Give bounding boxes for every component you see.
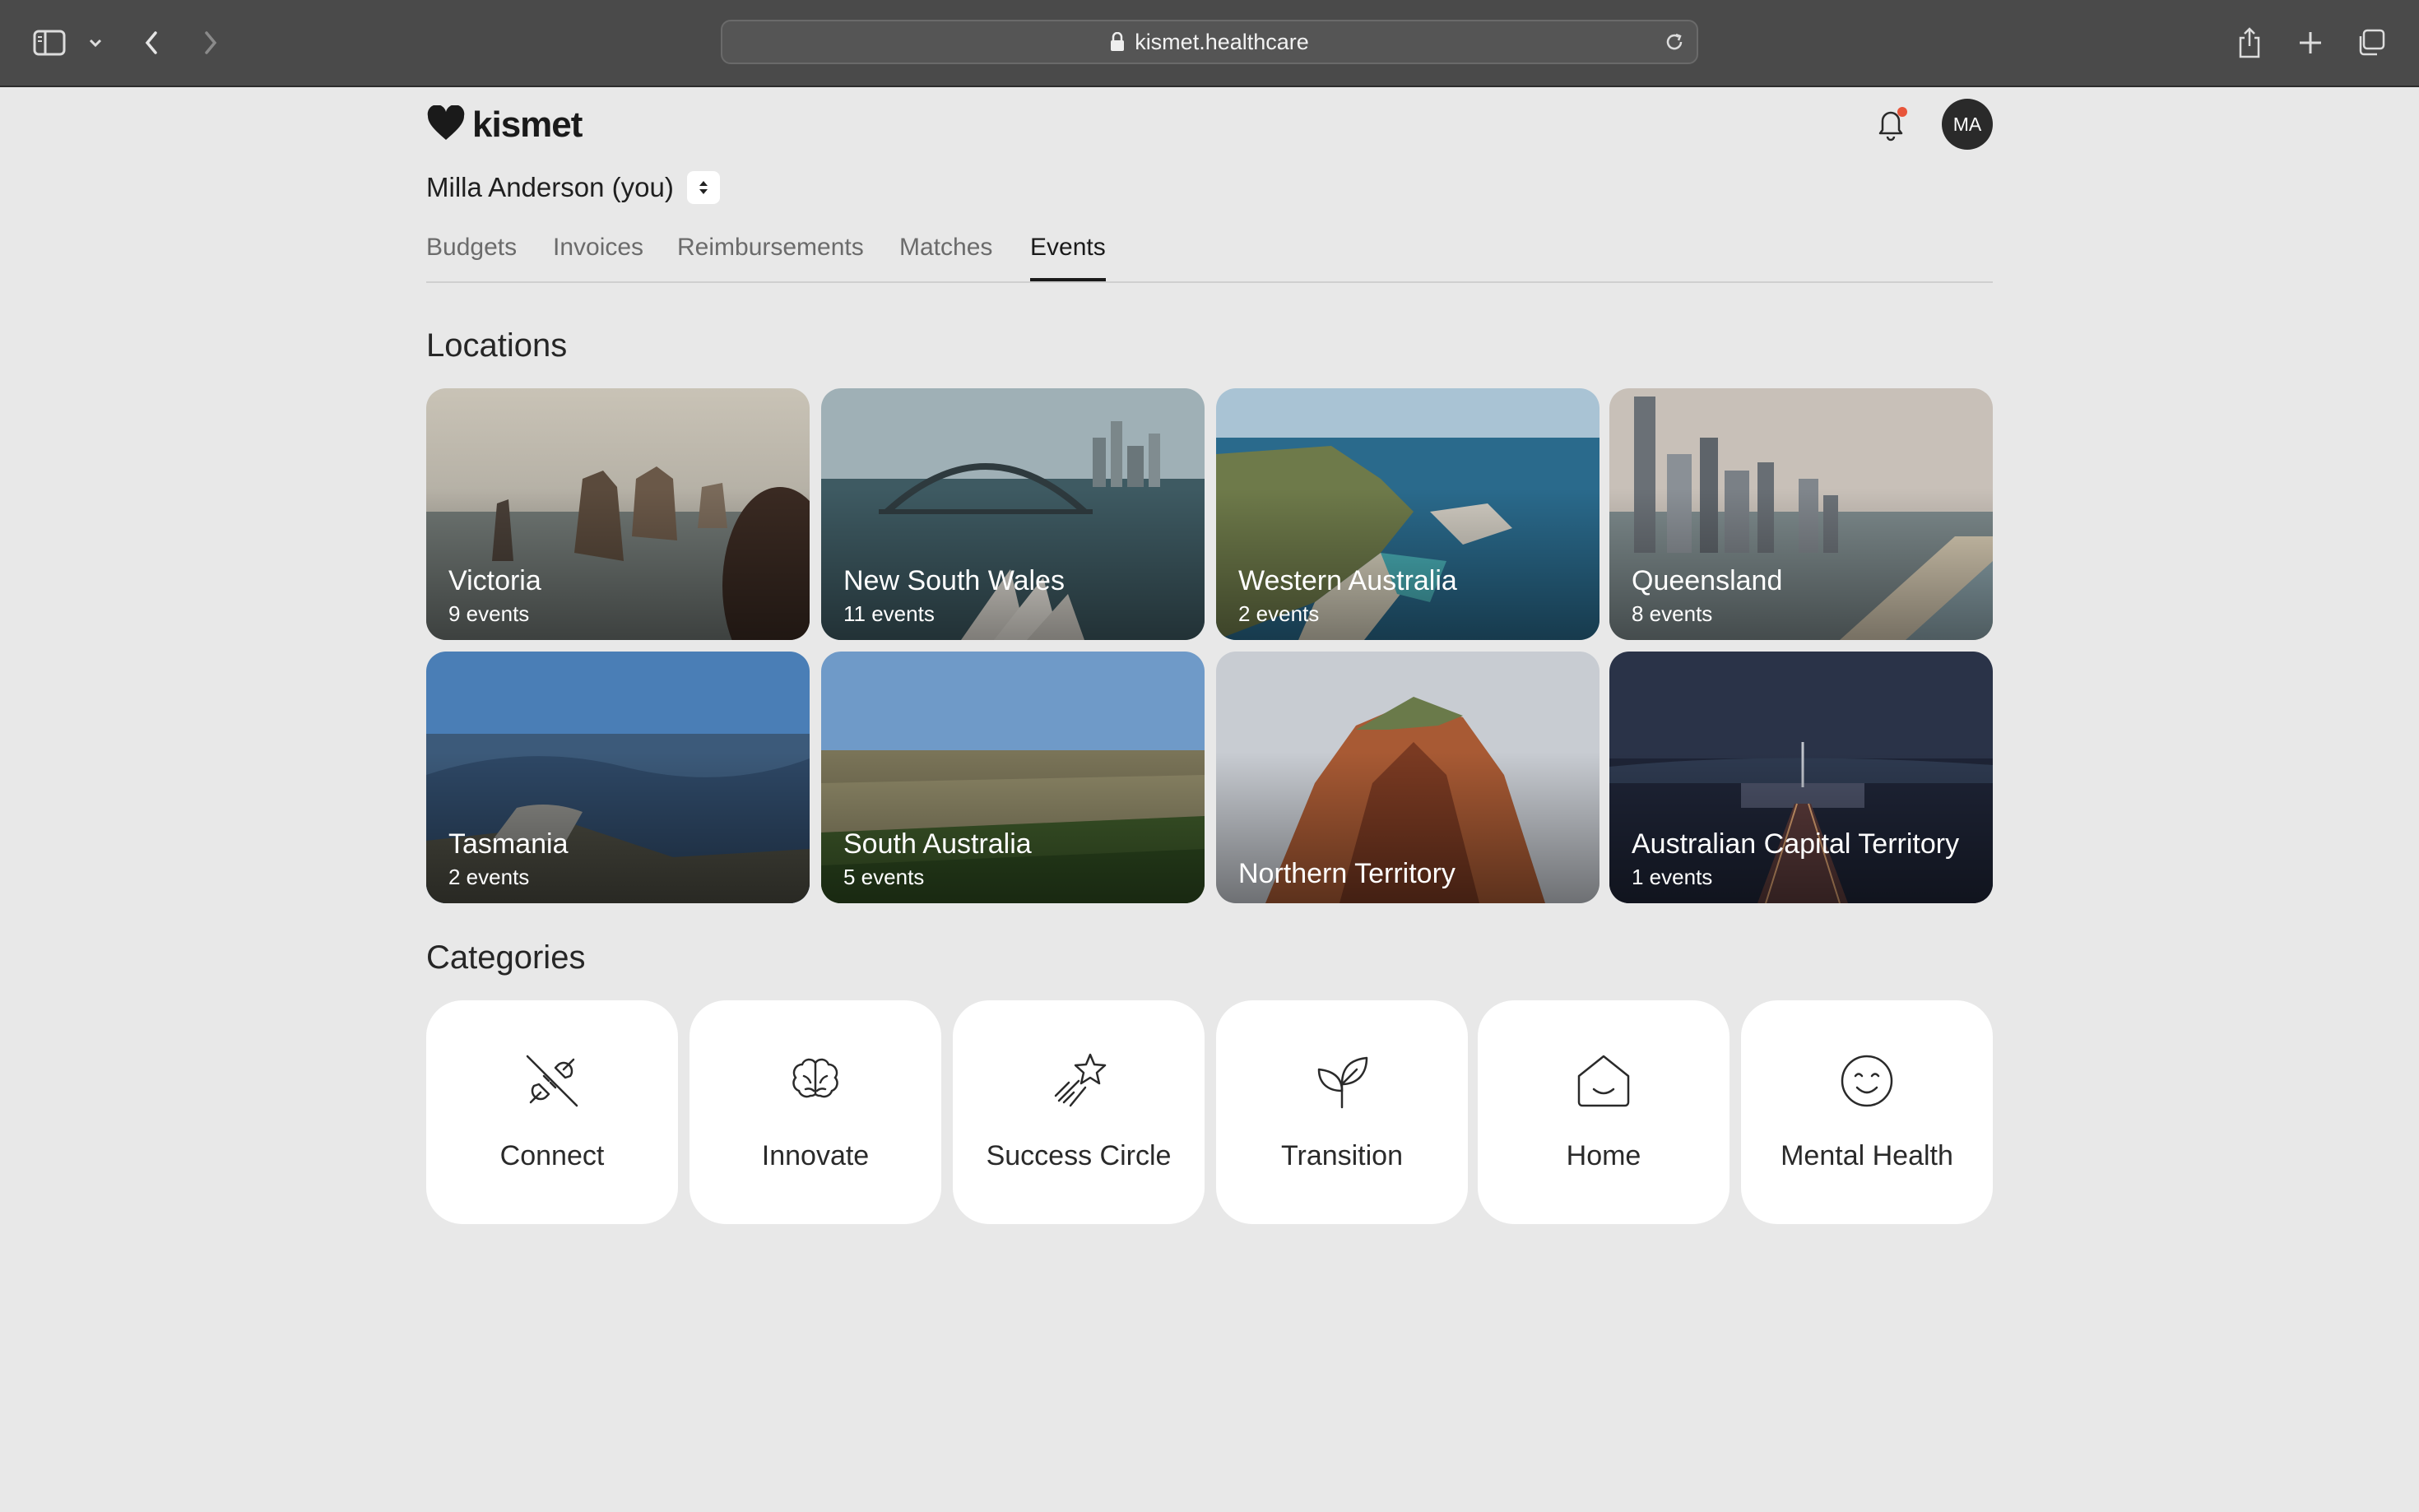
location-event-count: 1 events (1632, 865, 1713, 889)
home-icon (1571, 1048, 1637, 1114)
reload-icon[interactable] (1662, 30, 1687, 54)
location-event-count: 5 events (843, 865, 925, 889)
url-text: kismet.healthcare (1135, 29, 1309, 54)
notifications-button[interactable] (1876, 105, 1909, 145)
location-card-tasmania[interactable]: Tasmania 2 events (426, 652, 810, 903)
category-card-success-circle[interactable]: Success Circle (953, 1000, 1205, 1224)
shooting-star-icon (1046, 1048, 1112, 1114)
tab-invoices[interactable]: Invoices (553, 234, 643, 280)
location-name: New South Wales (843, 565, 1065, 596)
chevron-down-icon[interactable] (81, 26, 110, 59)
browser-toolbar: kismet.healthcare (0, 0, 2419, 87)
updown-chevron-icon[interactable] (686, 171, 720, 204)
forward-icon[interactable] (194, 26, 227, 59)
location-event-count: 2 events (448, 865, 530, 889)
category-label: Mental Health (1781, 1140, 1953, 1171)
category-card-mental-health[interactable]: Mental Health (1741, 1000, 1993, 1224)
location-event-count: 2 events (1238, 601, 1320, 626)
address-bar[interactable]: kismet.healthcare (721, 20, 1698, 64)
location-name: Queensland (1632, 565, 1783, 596)
category-card-connect[interactable]: Connect (426, 1000, 678, 1224)
location-name: Victoria (448, 565, 541, 596)
locations-heading: Locations (426, 327, 568, 364)
sprout-icon (1309, 1048, 1375, 1114)
location-event-count: 8 events (1632, 601, 1713, 626)
category-card-innovate[interactable]: Innovate (689, 1000, 941, 1224)
location-card-western-australia[interactable]: Western Australia 2 events (1216, 388, 1600, 640)
category-label: Transition (1280, 1140, 1404, 1171)
back-icon[interactable] (135, 26, 168, 59)
heart-icon (426, 104, 466, 146)
location-name: Tasmania (448, 828, 569, 860)
category-label: Success Circle (986, 1140, 1172, 1171)
lock-icon (1110, 32, 1125, 52)
category-label: Home (1566, 1140, 1641, 1171)
tab-reimbursements[interactable]: Reimbursements (677, 234, 864, 280)
tab-bar: Budgets Invoices Reimbursements Matches … (426, 234, 1993, 283)
sidebar-toggle-icon[interactable] (33, 26, 66, 59)
user-name: Milla Anderson (you) (426, 172, 674, 202)
bell-icon (1876, 111, 1906, 145)
share-icon[interactable] (2233, 26, 2266, 59)
kismet-logo[interactable]: kismet (426, 102, 583, 148)
category-card-transition[interactable]: Transition (1216, 1000, 1468, 1224)
location-name: Northern Territory (1238, 858, 1456, 889)
tab-budgets[interactable]: Budgets (426, 234, 517, 280)
notification-badge (1897, 107, 1907, 117)
brain-icon (782, 1048, 848, 1114)
location-card-south-australia[interactable]: South Australia 5 events (821, 652, 1205, 903)
category-card-home[interactable]: Home (1478, 1000, 1730, 1224)
logo-text: kismet (472, 104, 583, 145)
category-label: Innovate (761, 1140, 870, 1171)
tab-matches[interactable]: Matches (899, 234, 992, 280)
location-card-victoria[interactable]: Victoria 9 events (426, 388, 810, 640)
location-name: South Australia (843, 828, 1032, 860)
location-card-australian-capital-territory[interactable]: Australian Capital Territory 1 events (1609, 652, 1993, 903)
location-name: Australian Capital Territory (1632, 828, 1960, 860)
location-card-queensland[interactable]: Queensland 8 events (1609, 388, 1993, 640)
avatar[interactable]: MA (1942, 99, 1993, 150)
categories-heading: Categories (426, 939, 586, 976)
location-name: Western Australia (1238, 565, 1457, 596)
location-card-new-south-wales[interactable]: New South Wales 11 events (821, 388, 1205, 640)
category-label: Connect (499, 1140, 605, 1171)
user-switcher[interactable]: Milla Anderson (you) (426, 171, 720, 204)
location-event-count: 9 events (448, 601, 530, 626)
location-card-northern-territory[interactable]: Northern Territory (1216, 652, 1600, 903)
tab-overview-icon[interactable] (2355, 26, 2388, 59)
new-tab-icon[interactable] (2294, 26, 2327, 59)
smile-icon (1834, 1048, 1900, 1114)
tab-events[interactable]: Events (1030, 234, 1106, 281)
location-event-count: 11 events (843, 601, 935, 626)
plug-icon (519, 1048, 585, 1114)
